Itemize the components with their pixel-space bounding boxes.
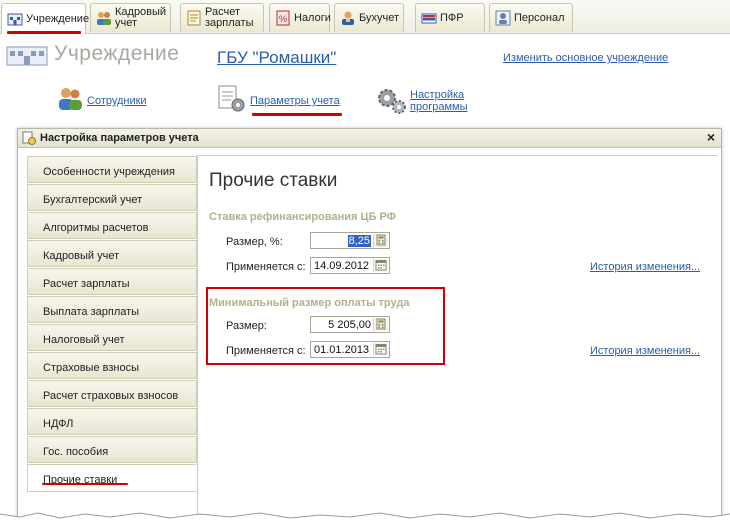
employees-icon — [57, 85, 83, 114]
content-title: Прочие ставки — [209, 170, 338, 191]
tab-label: Кадровый учет — [115, 7, 166, 29]
min-wage-size-value: 5 205,00 — [328, 319, 371, 331]
min-wage-section-title: Минимальный размер оплаты труда — [209, 297, 410, 309]
min-wage-history-link[interactable]: История изменения... — [590, 345, 700, 357]
tab-highlight-underline — [7, 31, 81, 34]
calendar-icon[interactable] — [373, 259, 388, 272]
torn-edge-decoration — [0, 512, 730, 523]
min-wage-date-value: 01.01.2013 — [314, 344, 370, 356]
settings-doc-icon — [22, 131, 36, 148]
sidebar-item-other-rates[interactable]: Прочие ставки — [27, 464, 197, 492]
refinancing-size-field[interactable]: 8,25 — [310, 232, 390, 249]
personnel-icon — [97, 12, 111, 25]
min-wage-size-label: Размер: — [226, 320, 267, 332]
settings-content: Прочие ставки Ставка рефинансирования ЦБ… — [197, 155, 717, 523]
refinancing-date-label: Применяется с: — [226, 261, 306, 273]
organization-link[interactable]: ГБУ "Ромашки" — [217, 48, 336, 68]
sidebar-item-salary-payment[interactable]: Выплата зарплаты — [27, 296, 197, 323]
calendar-icon[interactable] — [373, 343, 388, 356]
sidebar-item-tax-accounting[interactable]: Налоговый учет — [27, 324, 197, 351]
settings-dialog: Настройка параметров учета × Особенности… — [17, 128, 722, 523]
tab-label-line2: зарплаты — [205, 17, 254, 29]
refinancing-date-field[interactable]: 14.09.2012 — [310, 257, 390, 274]
calculator-icon[interactable] — [373, 318, 388, 331]
tab-label: Персонал — [514, 12, 565, 24]
refinancing-history-link[interactable]: История изменения... — [590, 261, 700, 273]
staff-icon — [495, 10, 511, 26]
sidebar-item-personnel[interactable]: Кадровый учет — [27, 240, 197, 267]
tab-payroll[interactable]: Расчет зарплаты — [180, 3, 264, 32]
institution-icon — [7, 13, 23, 26]
payroll-icon — [187, 10, 201, 26]
accounting-params-icon — [217, 84, 247, 117]
dialog-titlebar: Настройка параметров учета × — [18, 129, 721, 148]
sidebar-item-ndfl[interactable]: НДФЛ — [27, 408, 197, 435]
sidebar-item-insurance-calc[interactable]: Расчет страховых взносов — [27, 380, 197, 407]
settings-gears-icon — [376, 86, 408, 119]
pension-fund-icon — [421, 13, 437, 24]
refinancing-date-value: 14.09.2012 — [314, 260, 370, 272]
tab-label: ПФР — [440, 12, 464, 24]
tab-staff[interactable]: Персонал — [489, 3, 573, 32]
tab-label: Налоги — [294, 12, 331, 24]
taxes-icon: % — [276, 10, 290, 26]
sidebar-item-accounting[interactable]: Бухгалтерский учет — [27, 184, 197, 211]
tab-label: Расчет зарплаты — [205, 7, 253, 29]
accounting-params-link[interactable]: Параметры учета — [250, 95, 340, 107]
tab-institution[interactable]: Учреждение — [1, 3, 90, 34]
institution-building-icon — [6, 44, 48, 69]
svg-text:%: % — [279, 14, 287, 24]
sidebar-item-payroll[interactable]: Расчет зарплаты — [27, 268, 197, 295]
sidebar-item-insurance[interactable]: Страховые взносы — [27, 352, 197, 379]
sidebar-item-institution-features[interactable]: Особенности учреждения — [27, 156, 197, 183]
sidebar-item-state-benefits[interactable]: Гос. пособия — [27, 436, 197, 463]
accounting-params-highlight — [252, 113, 342, 116]
min-wage-size-field[interactable]: 5 205,00 — [310, 316, 390, 333]
sidebar-item-calc-algorithms[interactable]: Алгоритмы расчетов — [27, 212, 197, 239]
calculator-icon[interactable] — [373, 234, 388, 247]
dialog-title: Настройка параметров учета — [40, 132, 199, 144]
program-settings-link[interactable]: Настройка программы — [410, 89, 467, 113]
refinancing-size-value: 8,25 — [347, 235, 371, 247]
tab-personnel[interactable]: Кадровый учет — [90, 3, 171, 32]
tab-accounting[interactable]: Бухучет — [334, 3, 404, 32]
active-item-underline — [42, 483, 128, 485]
tab-label-line2: учет — [115, 17, 138, 29]
tab-label: Учреждение — [26, 13, 90, 25]
section-tab-bar: Учреждение Кадровый учет Расчет зарплаты… — [0, 0, 730, 34]
program-settings-line2: программы — [410, 101, 468, 113]
refinancing-size-label: Размер, %: — [226, 236, 283, 248]
tab-label: Бухучет — [359, 12, 399, 24]
tab-taxes[interactable]: % Налоги — [269, 3, 331, 32]
tab-pension-fund[interactable]: ПФР — [415, 3, 485, 32]
min-wage-date-label: Применяется с: — [226, 345, 306, 357]
settings-sidebar: Особенности учреждения Бухгалтерский уче… — [27, 156, 197, 523]
close-icon[interactable]: × — [707, 129, 715, 145]
page-title: Учреждение — [54, 42, 180, 65]
employees-link[interactable]: Сотрудники — [87, 95, 147, 107]
refinancing-section-title: Ставка рефинансирования ЦБ РФ — [209, 211, 397, 223]
min-wage-date-field[interactable]: 01.01.2013 — [310, 341, 390, 358]
accounting-icon — [342, 11, 354, 25]
program-settings-line1: Настройка — [410, 89, 465, 101]
change-main-institution-link[interactable]: Изменить основное учреждение — [503, 52, 668, 64]
